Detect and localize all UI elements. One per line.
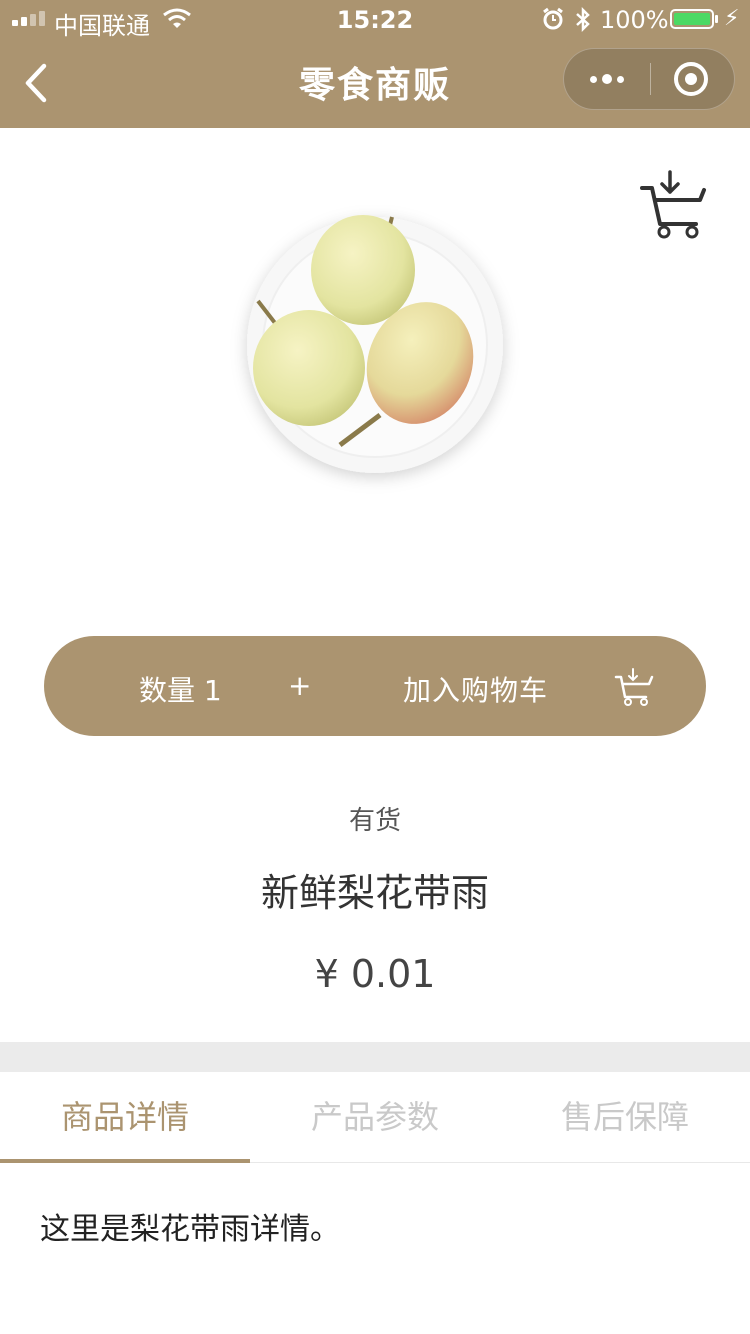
cart-download-icon[interactable] bbox=[638, 170, 710, 242]
cart-icon[interactable] bbox=[614, 668, 654, 706]
quantity-label: 数量 1 bbox=[139, 674, 222, 707]
stock-status: 有货 bbox=[348, 806, 401, 836]
tab-product-params[interactable]: 产品参数 bbox=[250, 1072, 500, 1162]
status-bar: 中国联通 15:22 100% ⚡ bbox=[0, 0, 750, 40]
add-to-cart-button[interactable]: 加入购物车 bbox=[403, 669, 548, 709]
product-price: ¥ 0.01 bbox=[314, 952, 436, 996]
mini-program-capsule bbox=[563, 48, 735, 110]
tab-product-details[interactable]: 商品详情 bbox=[0, 1072, 250, 1163]
charging-icon: ⚡ bbox=[724, 6, 740, 31]
app-header: 中国联通 15:22 100% ⚡ 零食商贩 bbox=[0, 0, 750, 128]
capsule-divider bbox=[650, 63, 651, 95]
product-name: 新鲜梨花带雨 bbox=[260, 871, 489, 915]
product-image bbox=[247, 215, 503, 473]
tab-after-sales[interactable]: 售后保障 bbox=[500, 1072, 750, 1162]
battery-percentage: 100% bbox=[600, 6, 669, 34]
battery-icon bbox=[670, 9, 714, 29]
section-divider bbox=[0, 1042, 750, 1072]
battery-tip bbox=[715, 15, 718, 23]
purchase-action-bar: 数量 1 + 加入购物车 bbox=[44, 636, 706, 736]
increase-quantity-button[interactable]: + bbox=[288, 669, 311, 702]
detail-tabs: 商品详情 产品参数 售后保障 bbox=[0, 1072, 750, 1163]
detail-text: 这里是梨花带雨详情。 bbox=[40, 1212, 340, 1247]
alarm-icon bbox=[543, 7, 563, 30]
more-menu-button[interactable] bbox=[564, 49, 650, 109]
close-program-button[interactable] bbox=[674, 62, 708, 96]
bluetooth-icon bbox=[576, 6, 590, 33]
